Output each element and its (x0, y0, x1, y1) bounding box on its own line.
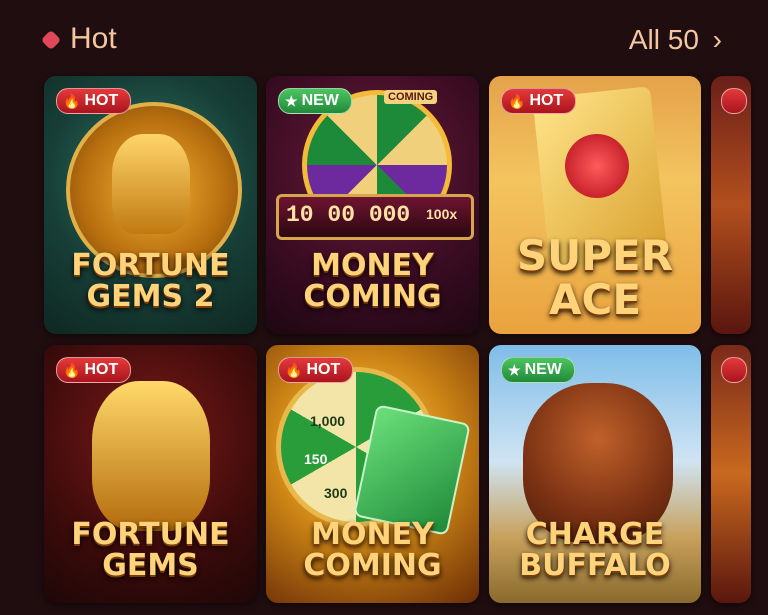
title-line-2: COMING (303, 279, 442, 314)
flame-icon: 🔥 (285, 361, 303, 378)
hot-gem-icon (40, 29, 62, 51)
badge-label: HOT (306, 361, 341, 378)
title-line-1: SUPER (516, 231, 674, 280)
title-line-1: CHARGE (525, 517, 665, 552)
title-line-2: BUFFALO (519, 548, 671, 583)
game-tile-money-coming-2[interactable]: 1,000 150 300 🔥 HOT MONEY COMING (266, 345, 479, 603)
game-title: MONEY COMING (266, 250, 479, 312)
chevron-right-icon[interactable]: › (713, 24, 722, 55)
badge-label: NEW (524, 361, 562, 378)
hot-badge: 🔥 HOT (501, 88, 577, 114)
title-line-1: FORTUNE (71, 517, 230, 552)
wheel-1000: 1,000 (310, 413, 346, 429)
game-tile-super-ace[interactable]: 🔥 HOT SUPER ACE (489, 76, 701, 334)
title-line-1: MONEY (311, 248, 434, 283)
star-icon: ★ (285, 92, 298, 109)
view-all-link[interactable]: All 50 › (629, 24, 722, 56)
game-tile-fortune-gems[interactable]: 🔥 HOT FORTUNE GEMS (44, 345, 257, 603)
flame-icon: 🔥 (63, 92, 81, 109)
game-title: CHARGE BUFFALO (489, 519, 701, 581)
title-line-1: MONEY (311, 517, 434, 552)
badge-label: HOT (529, 92, 564, 109)
game-tile-partial-2[interactable] (711, 345, 751, 603)
game-tile-charge-buffalo[interactable]: ★ NEW CHARGE BUFFALO (489, 345, 701, 603)
new-badge: ★ NEW (501, 357, 575, 383)
game-title: MONEY COMING (266, 519, 479, 581)
game-title: FORTUNE GEMS 2 (44, 250, 257, 312)
section-header: Hot All 50 › (0, 0, 768, 70)
mask-art (112, 134, 190, 234)
game-tile-money-coming[interactable]: COMING 10 00 000 100x ★ NEW MONEY COMING (266, 76, 479, 334)
flame-icon: 🔥 (63, 361, 81, 378)
hot-badge: 🔥 HOT (278, 357, 354, 383)
reel-value: 10 00 000 (286, 202, 411, 228)
jester-crown-art (565, 134, 629, 198)
title-line-2: GEMS 2 (86, 279, 215, 314)
game-title: FORTUNE GEMS (44, 519, 257, 581)
badge-label: HOT (84, 92, 119, 109)
game-tile-partial[interactable] (711, 76, 751, 334)
wheel-150: 150 (304, 451, 328, 467)
section-title: Hot (70, 22, 117, 55)
flame-icon: 🔥 (508, 92, 526, 109)
title-line-2: COMING (303, 548, 442, 583)
wheel-label: COMING (384, 90, 438, 104)
title-line-1: FORTUNE (71, 248, 230, 283)
multiplier: 100x (426, 206, 458, 222)
new-badge: ★ NEW (278, 88, 352, 114)
star-icon: ★ (508, 361, 521, 378)
game-title: SUPER ACE (489, 234, 701, 322)
hot-badge (721, 357, 747, 383)
title-line-2: ACE (548, 275, 642, 324)
title-line-2: GEMS (102, 548, 199, 583)
badge-label: NEW (301, 92, 339, 109)
mask-art (92, 381, 210, 531)
badge-label: HOT (84, 361, 119, 378)
wheel-300: 300 (324, 485, 348, 501)
view-all-label[interactable]: All 50 (629, 24, 699, 55)
hot-badge: 🔥 HOT (56, 88, 132, 114)
game-tile-fortune-gems-2[interactable]: 🔥 HOT FORTUNE GEMS 2 (44, 76, 257, 334)
hot-badge (721, 88, 747, 114)
hot-badge: 🔥 HOT (56, 357, 132, 383)
